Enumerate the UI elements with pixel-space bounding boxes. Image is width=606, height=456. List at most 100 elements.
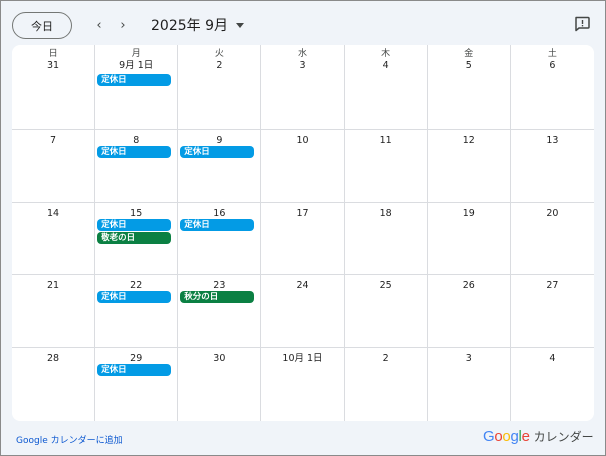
day-cell[interactable]: 土6 [510,45,594,130]
day-cell[interactable]: 9 定休日 [178,130,262,203]
month-grid: 日 31 月 9月 1日 定休日火 2 水 3 木 4 金 5 土 6 7 8 定休日 9 定休日 10 11 12 13 1… [12,45,594,421]
calendar-embed: 今日 ‹ › 2025年 9月 日 31 月 9月 1日 定休日火 2 水 3 木 4 金 5 土 6 7 8… [0,0,606,456]
day-cell[interactable]: 30 [178,348,262,421]
day-cell[interactable]: 25 [344,275,428,348]
day-cell[interactable]: 4 [511,348,594,421]
google-calendar-brand[interactable]: Google カレンダー [483,428,594,445]
day-number[interactable]: 6 [511,60,594,72]
day-number[interactable]: 10 [261,135,343,147]
event-list: 秋分の日 [180,291,255,303]
day-number[interactable]: 28 [12,353,94,365]
month-grid-card: 日 31 月 9月 1日 定休日火 2 水 3 木 4 金 5 土 6 7 8 定休日 9 定休日 10 11 12 13 1… [12,45,594,421]
day-cell[interactable]: 3 [428,348,511,421]
weekday-header: 土 [547,49,557,59]
day-cell[interactable]: 12 [427,130,511,203]
day-cell[interactable]: 23 秋分の日 [178,275,262,348]
day-number[interactable]: 19 [428,208,510,220]
weekday-header: 日 [48,49,58,59]
day-number[interactable]: 3 [428,353,510,365]
event-list: 定休日 [97,291,172,303]
event-chip[interactable]: 定休日 [97,146,172,158]
day-cell[interactable]: 22 定休日 [95,275,179,348]
day-cell[interactable]: 日 31 [12,45,96,130]
day-cell[interactable]: 木4 [344,45,428,130]
day-cell[interactable]: 10月 1日 [261,348,345,421]
day-number[interactable]: 24 [261,280,343,292]
day-cell[interactable]: 29 定休日 [95,348,179,421]
day-cell[interactable]: 14 [12,203,96,275]
day-number[interactable]: 30 [178,353,260,365]
day-number[interactable]: 2 [178,60,260,72]
day-number[interactable]: 20 [511,208,594,220]
day-cell[interactable]: 27 [510,275,594,348]
day-cell[interactable]: 16 定休日 [178,203,262,275]
event-chip[interactable]: 秋分の日 [180,291,255,303]
feedback-icon [575,16,590,32]
day-number[interactable]: 3 [261,60,343,72]
add-to-google-calendar-link[interactable]: Google カレンダーに追加 [16,433,123,446]
day-number[interactable]: 2 [345,353,427,365]
day-number[interactable]: 5 [428,60,510,72]
day-cell[interactable]: 8 定休日 [95,130,179,203]
day-cell[interactable]: 18 [344,203,428,275]
feedback-button[interactable] [573,15,591,33]
day-cell[interactable]: 17 [261,203,345,275]
day-cell[interactable]: 21 [12,275,96,348]
day-cell[interactable]: 火2 [178,45,262,130]
event-chip[interactable]: 定休日 [97,219,172,231]
day-cell[interactable]: 24 [261,275,345,348]
weekday-header: 金 [464,49,474,59]
day-number[interactable]: 10月 1日 [261,353,343,365]
day-cell[interactable]: 20 [510,203,594,275]
next-month-button[interactable]: › [112,14,134,36]
day-number[interactable]: 18 [345,208,427,220]
day-cell[interactable]: 26 [427,275,511,348]
chevron-left-icon: ‹ [96,17,102,33]
day-number[interactable]: 7 [12,135,94,147]
google-logo: Google [483,428,530,445]
day-number[interactable]: 21 [12,280,94,292]
event-chip[interactable]: 定休日 [97,74,172,86]
day-number[interactable]: 31 [12,60,94,72]
event-list: 定休日 [180,146,255,158]
day-cell[interactable]: 13 [510,130,594,203]
day-cell[interactable]: 7 [12,130,96,203]
month-selector[interactable]: 2025年 9月 [151,14,244,36]
day-number[interactable]: 4 [511,353,594,365]
day-number[interactable]: 12 [428,135,510,147]
weekday-header: 火 [214,49,224,59]
day-number[interactable]: 11 [345,135,427,147]
day-cell[interactable]: 28 [12,348,96,421]
dropdown-arrow-icon [236,22,244,28]
day-cell[interactable]: 水3 [261,45,345,130]
day-number[interactable]: 4 [345,60,427,72]
day-number[interactable]: 13 [511,135,594,147]
day-number[interactable]: 27 [511,280,594,292]
day-number[interactable]: 9月 1日 [95,60,177,72]
event-list: 定休日 [97,74,172,86]
event-list: 定休日 敬老の日 [97,219,172,244]
day-cell[interactable]: 月 9月 1日定休日 [95,45,179,130]
day-cell[interactable]: 10 [261,130,345,203]
event-chip[interactable]: 定休日 [97,364,172,376]
event-chip[interactable]: 定休日 [180,146,255,158]
day-number[interactable]: 14 [12,208,94,220]
day-cell[interactable]: 金5 [427,45,511,130]
event-list: 定休日 [97,364,172,376]
day-cell[interactable]: 11 [344,130,428,203]
day-cell[interactable]: 15 定休日 敬老の日 [95,203,179,275]
product-name: カレンダー [533,430,594,444]
previous-month-button[interactable]: ‹ [88,14,110,36]
weekday-header: 月 [131,49,141,59]
day-number[interactable]: 26 [428,280,510,292]
day-number[interactable]: 17 [261,208,343,220]
event-chip[interactable]: 定休日 [97,291,172,303]
event-list: 定休日 [97,146,172,158]
logo-letter: G [483,428,495,445]
day-number[interactable]: 25 [345,280,427,292]
day-cell[interactable]: 19 [427,203,511,275]
event-chip[interactable]: 定休日 [180,219,255,231]
event-chip[interactable]: 敬老の日 [97,232,172,244]
today-button[interactable]: 今日 [12,12,72,39]
day-cell[interactable]: 2 [345,348,428,421]
